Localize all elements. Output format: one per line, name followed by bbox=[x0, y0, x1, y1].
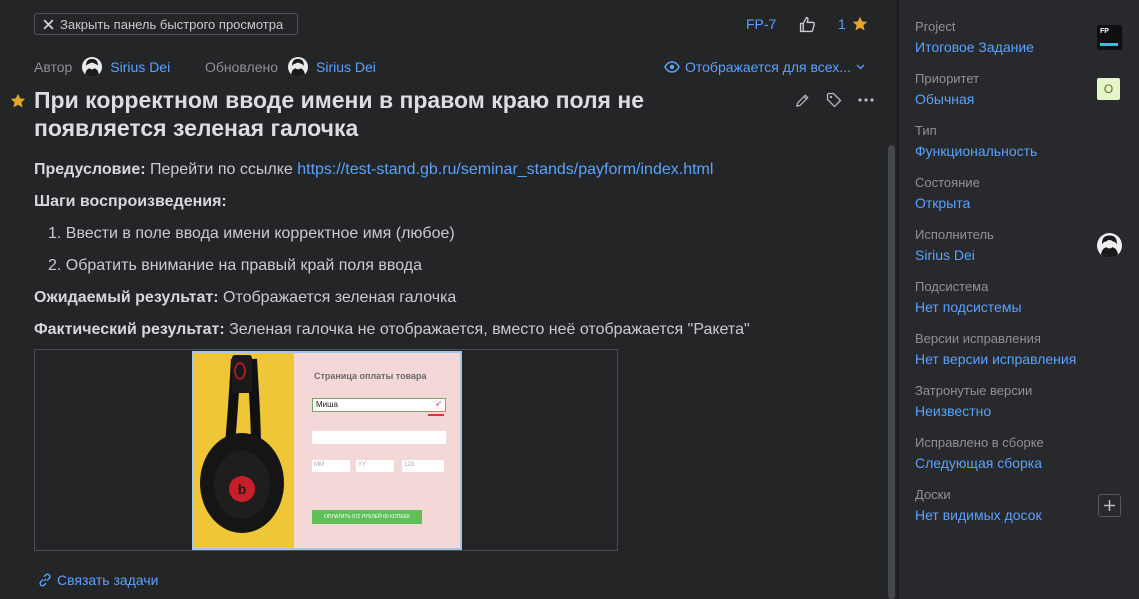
eye-icon bbox=[664, 61, 680, 73]
expected-label: Ожидаемый результат: bbox=[34, 289, 219, 306]
favorites-count: 1 bbox=[838, 16, 846, 32]
issue-title: При корректном вводе имени в правом краю… bbox=[34, 87, 645, 141]
field-assignee: Исполнитель Sirius Dei bbox=[915, 227, 1125, 263]
favorites-counter[interactable]: 1 bbox=[838, 14, 868, 34]
assignee-avatar bbox=[1097, 233, 1122, 258]
name-field: Миша ➶ bbox=[312, 398, 446, 412]
type-value[interactable]: Функциональность bbox=[915, 143, 1125, 159]
title-actions bbox=[793, 91, 875, 109]
assignee-value[interactable]: Sirius Dei bbox=[915, 247, 1125, 263]
boards-label: Доски bbox=[915, 487, 951, 502]
tag-icon[interactable] bbox=[825, 91, 843, 109]
mm-field: MM bbox=[312, 460, 350, 472]
list-item: 1. Ввести в поле ввода имени корректное … bbox=[48, 225, 455, 242]
fixed-in-build-value[interactable]: Следующая сборка bbox=[915, 455, 1125, 471]
fix-versions-label: Версии исправления bbox=[915, 331, 1041, 346]
form-title: Страница оплаты товара bbox=[314, 371, 427, 381]
field-boards: Доски Нет видимых досок bbox=[915, 487, 1125, 523]
expected-text: Отображается зеленая галочка bbox=[223, 289, 457, 306]
author-label: Автор bbox=[34, 59, 73, 75]
link-tasks-button[interactable]: Связать задачи bbox=[38, 572, 158, 588]
field-fixed-in-build: Исправлено в сборке Следующая сборка bbox=[915, 435, 1125, 471]
close-quick-view-label: Закрыть панель быстрого просмотра bbox=[60, 16, 284, 32]
project-icon: FP bbox=[1097, 25, 1122, 50]
attachment-frame: b Страница оплаты товара Миша ➶ MM YY 12… bbox=[34, 349, 618, 551]
subsystem-label: Подсистема bbox=[915, 279, 989, 294]
author-name-link[interactable]: Sirius Dei bbox=[110, 59, 170, 75]
affected-versions-label: Затронутые версии bbox=[915, 383, 1033, 398]
actual-text: Зеленая галочка не отображается, вместо … bbox=[229, 321, 750, 338]
precondition: Предусловие: Перейти по ссылке https://t… bbox=[34, 161, 713, 179]
expected-result: Ожидаемый результат: Отображается зелена… bbox=[34, 289, 456, 307]
field-priority: Приоритет Обычная bbox=[915, 71, 1125, 107]
yy-field: YY bbox=[356, 460, 394, 472]
project-value[interactable]: Итоговое Задание bbox=[915, 39, 1125, 55]
link-tasks-label: Связать задачи bbox=[57, 572, 159, 588]
state-label: Состояние bbox=[915, 175, 980, 190]
name-field-value: Миша bbox=[316, 400, 338, 409]
attachment-screenshot[interactable]: b Страница оплаты товара Миша ➶ MM YY 12… bbox=[192, 351, 462, 550]
precondition-text: Перейти по ссылке bbox=[150, 161, 293, 178]
type-label: Тип bbox=[915, 123, 937, 138]
updated-info: Обновлено Sirius Dei bbox=[205, 57, 376, 77]
error-underline bbox=[428, 414, 444, 416]
description-scrollbar[interactable] bbox=[888, 145, 895, 599]
issue-id-link[interactable]: FP-7 bbox=[746, 14, 776, 34]
updated-name-link[interactable]: Sirius Dei bbox=[316, 59, 376, 75]
affected-versions-value[interactable]: Неизвестно bbox=[915, 403, 1125, 419]
priority-value[interactable]: Обычная bbox=[915, 91, 1125, 107]
steps-heading: Шаги воспроизведения: bbox=[34, 193, 227, 211]
steps-label: Шаги воспроизведения: bbox=[34, 193, 227, 210]
svg-text:b: b bbox=[238, 481, 247, 497]
link-icon bbox=[39, 573, 51, 587]
field-subsystem: Подсистема Нет подсистемы bbox=[915, 279, 1125, 315]
subsystem-value[interactable]: Нет подсистемы bbox=[915, 299, 1125, 315]
pay-button: ОПЛАТИТЬ 672 РУБЛЕЙ 00 КОПЕЕК bbox=[312, 510, 422, 524]
plus-icon bbox=[1104, 500, 1115, 511]
precondition-url-link[interactable]: https://test-stand.gb.ru/seminar_stands/… bbox=[297, 161, 713, 178]
favorite-star-icon[interactable] bbox=[10, 93, 26, 114]
card-field bbox=[312, 431, 446, 444]
star-icon bbox=[852, 16, 867, 31]
field-project: Project Итоговое Задание bbox=[915, 19, 1125, 55]
updated-avatar bbox=[288, 57, 309, 77]
visibility-label: Отображается для всех... bbox=[685, 59, 851, 75]
state-value[interactable]: Открыта bbox=[915, 195, 1125, 211]
boards-value[interactable]: Нет видимых досок bbox=[915, 507, 1125, 523]
edit-pencil-icon[interactable] bbox=[793, 91, 811, 109]
actual-result: Фактический результат: Зеленая галочка н… bbox=[34, 321, 750, 339]
chevron-down-icon bbox=[856, 64, 865, 70]
like-icon[interactable] bbox=[799, 14, 817, 34]
more-options-icon[interactable] bbox=[857, 91, 875, 109]
updated-label: Обновлено bbox=[205, 59, 279, 75]
priority-badge: O bbox=[1097, 78, 1120, 100]
fixed-in-build-label: Исправлено в сборке bbox=[915, 435, 1044, 450]
priority-label: Приоритет bbox=[915, 71, 980, 86]
close-icon bbox=[43, 18, 54, 30]
fix-versions-value[interactable]: Нет версии исправления bbox=[915, 351, 1125, 367]
list-item: 2. Обратить внимание на правый край поля… bbox=[48, 257, 422, 274]
visibility-dropdown[interactable]: Отображается для всех... bbox=[664, 57, 865, 77]
project-label: Project bbox=[915, 19, 956, 34]
assignee-label: Исполнитель bbox=[915, 227, 994, 242]
author-info: Автор Sirius Dei bbox=[34, 57, 170, 77]
add-board-button[interactable] bbox=[1098, 494, 1121, 517]
close-quick-view-button[interactable]: Закрыть панель быстрого просмотра bbox=[34, 13, 298, 35]
field-fix-versions: Версии исправления Нет версии исправлени… bbox=[915, 331, 1125, 367]
author-avatar bbox=[82, 57, 103, 77]
field-affected-versions: Затронутые версии Неизвестно bbox=[915, 383, 1125, 419]
precondition-label: Предусловие: bbox=[34, 161, 146, 178]
issue-main-panel: Закрыть панель быстрого просмотра FP-7 1… bbox=[0, 0, 898, 599]
issue-fields-sidebar: Project Итоговое Задание FP Приоритет Об… bbox=[899, 0, 1139, 599]
field-state: Состояние Открыта bbox=[915, 175, 1125, 211]
actual-label: Фактический результат: bbox=[34, 321, 225, 338]
rocket-icon: ➶ bbox=[435, 399, 442, 408]
cvc-field: 123 bbox=[402, 460, 444, 472]
field-type: Тип Функциональность bbox=[915, 123, 1125, 159]
